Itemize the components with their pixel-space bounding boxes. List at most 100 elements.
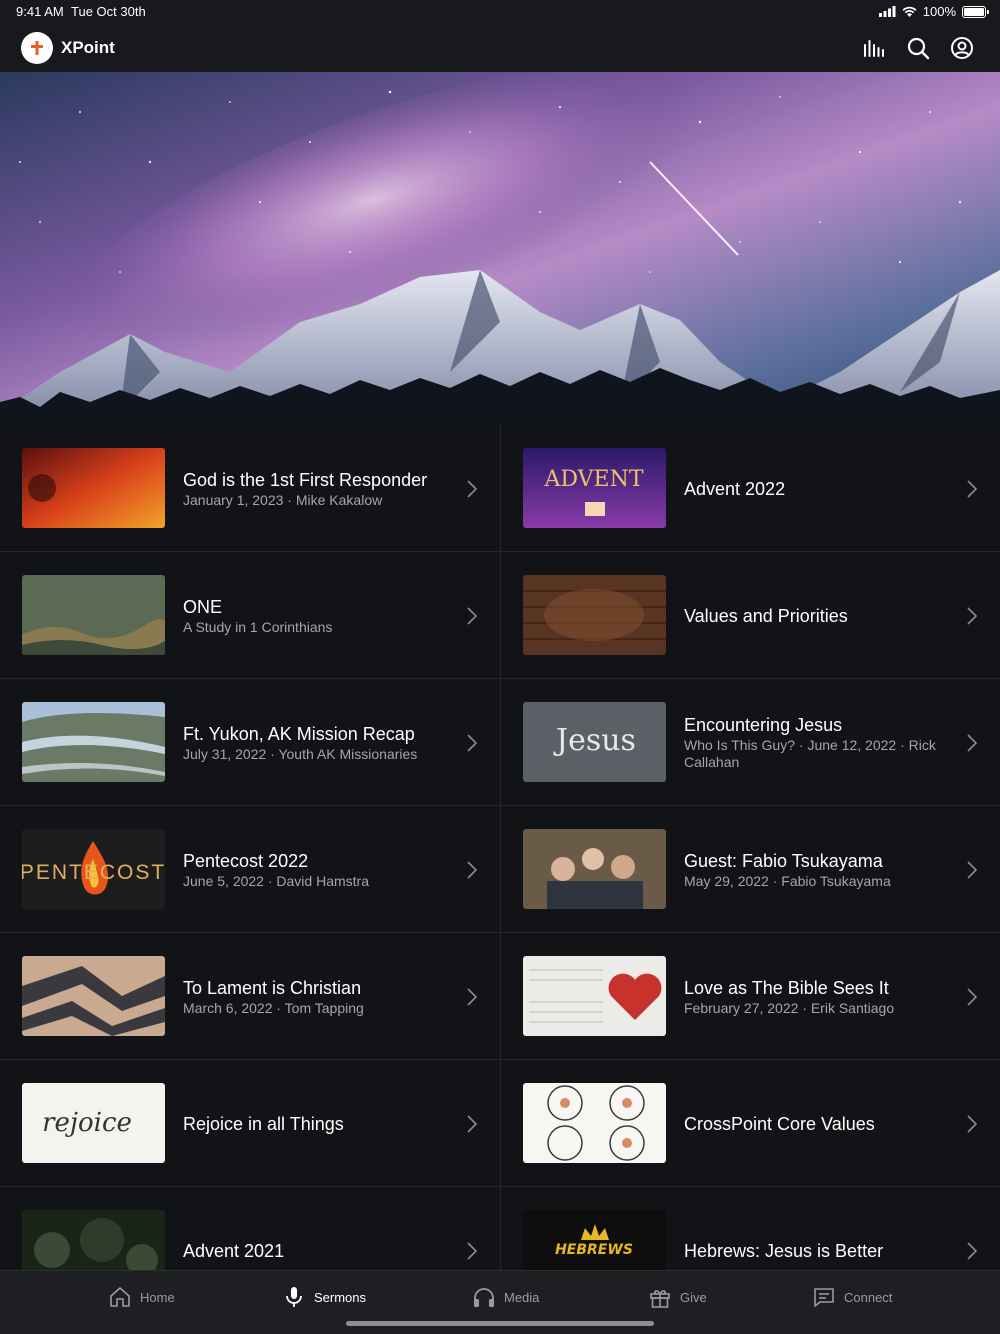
home-indicator[interactable] bbox=[346, 1321, 654, 1326]
sermon-text: Advent 2021 bbox=[183, 1187, 450, 1270]
sermon-thumbnail bbox=[22, 1210, 165, 1270]
sermon-text: Love as The Bible Sees It February 27, 2… bbox=[684, 933, 950, 1060]
sermon-subtitle: A Study in 1 Corinthians bbox=[183, 618, 333, 635]
sermon-text: Values and Priorities bbox=[684, 552, 950, 679]
chevron-right-icon bbox=[467, 734, 478, 752]
chevron-right-icon bbox=[467, 1115, 478, 1133]
tab-label: Give bbox=[680, 1289, 707, 1305]
sermon-title: Ft. Yukon, AK Mission Recap bbox=[183, 723, 415, 744]
headphones-icon bbox=[474, 1288, 494, 1307]
sermon-title: Advent 2022 bbox=[684, 478, 786, 499]
tab-sermons[interactable]: Sermons bbox=[282, 1285, 366, 1309]
sermon-thumbnail: ADVENT bbox=[523, 448, 666, 528]
chevron-right-icon bbox=[467, 861, 478, 879]
sermon-thumbnail bbox=[523, 956, 666, 1036]
battery-icon bbox=[962, 5, 989, 18]
sermon-subtitle: January 1, 2023 · Mike Kakalow bbox=[183, 491, 383, 508]
sermon-title: Rejoice in all Things bbox=[183, 1113, 344, 1134]
header-actions bbox=[862, 36, 974, 60]
sermon-subtitle: June 5, 2022 · David Hamstra bbox=[183, 872, 369, 889]
sermon-row[interactable]: ADVENT Advent 2022 bbox=[501, 425, 1000, 552]
svg-text:ADVENT: ADVENT bbox=[543, 467, 643, 492]
sermon-text: Advent 2022 bbox=[684, 425, 950, 552]
sermon-row[interactable]: God is the 1st First Responder January 1… bbox=[0, 425, 500, 552]
tab-label: Home bbox=[140, 1289, 175, 1305]
sermon-row[interactable]: ONE A Study in 1 Corinthians bbox=[0, 552, 500, 679]
tab-home[interactable]: Home bbox=[108, 1285, 175, 1309]
sermon-subtitle: February 27, 2022 · Erik Santiago bbox=[684, 999, 895, 1016]
sermon-column-left: God is the 1st First Responder January 1… bbox=[0, 425, 500, 1270]
sermon-row[interactable]: Ft. Yukon, AK Mission Recap July 31, 202… bbox=[0, 679, 500, 806]
chevron-right-icon bbox=[967, 988, 978, 1006]
profile-icon[interactable] bbox=[950, 36, 974, 60]
sermon-text: Guest: Fabio Tsukayama May 29, 2022 · Fa… bbox=[684, 806, 950, 933]
sermon-row[interactable]: To Lament is Christian March 6, 2022 · T… bbox=[0, 933, 500, 1060]
sermon-title: Pentecost 2022 bbox=[183, 850, 309, 871]
hero-banner-image[interactable] bbox=[0, 72, 1000, 425]
sermon-text: Ft. Yukon, AK Mission Recap July 31, 202… bbox=[183, 679, 450, 806]
tab-media[interactable]: Media bbox=[472, 1285, 539, 1309]
sermon-title: Encountering Jesus bbox=[684, 715, 843, 735]
chat-icon bbox=[814, 1288, 834, 1307]
audio-bars-icon[interactable] bbox=[862, 36, 886, 60]
signal-icon bbox=[878, 6, 896, 17]
sermon-title: Values and Priorities bbox=[684, 605, 848, 626]
app-header: XPoint bbox=[0, 24, 1000, 72]
chevron-right-icon bbox=[967, 1115, 978, 1133]
status-bar: 9:41 AM Tue Oct 30th 100% bbox=[0, 0, 1000, 24]
app-title: XPoint bbox=[61, 38, 115, 57]
chevron-right-icon bbox=[467, 480, 478, 498]
sermon-subtitle: Who Is This Guy? · June 12, 2022 · Rick … bbox=[684, 737, 936, 770]
chevron-right-icon bbox=[967, 607, 978, 625]
search-icon[interactable] bbox=[906, 36, 930, 60]
sermon-row[interactable]: rejoice Rejoice in all Things bbox=[0, 1060, 500, 1187]
sermon-row[interactable]: Advent 2021 bbox=[0, 1187, 500, 1270]
sermon-row[interactable]: PENTECOST Pentecost 2022 June 5, 2022 · … bbox=[0, 806, 500, 933]
status-indicators: 100% bbox=[878, 4, 989, 19]
sermon-grid: God is the 1st First Responder January 1… bbox=[0, 425, 1000, 1270]
svg-text:HEBREWS: HEBREWS bbox=[555, 1242, 633, 1258]
tab-label: Sermons bbox=[314, 1289, 367, 1305]
chevron-right-icon bbox=[967, 861, 978, 879]
sermon-row[interactable]: HEBREWS Hebrews: Jesus is Better bbox=[501, 1187, 1000, 1270]
chevron-right-icon bbox=[467, 988, 478, 1006]
sermon-text: Rejoice in all Things bbox=[183, 1060, 450, 1187]
sermon-thumbnail bbox=[22, 575, 165, 655]
battery-percent: 100% bbox=[922, 4, 956, 19]
svg-text:Jesus: Jesus bbox=[553, 723, 636, 758]
sermon-text: God is the 1st First Responder January 1… bbox=[183, 425, 450, 552]
sermon-thumbnail bbox=[523, 1083, 666, 1163]
sermon-title: Guest: Fabio Tsukayama bbox=[684, 850, 883, 871]
cross-logo-icon bbox=[31, 41, 43, 55]
sermon-text: Hebrews: Jesus is Better bbox=[684, 1187, 950, 1270]
sermon-title: ONE bbox=[183, 596, 223, 617]
home-icon bbox=[110, 1287, 130, 1307]
app-logo[interactable] bbox=[21, 32, 53, 64]
chevron-right-icon bbox=[967, 1242, 978, 1260]
sermon-thumbnail bbox=[22, 448, 165, 528]
sermon-row[interactable]: Jesus Encountering Jesus Who Is This Guy… bbox=[501, 679, 1000, 806]
svg-text:rejoice: rejoice bbox=[42, 1108, 132, 1138]
sermon-row[interactable]: CrossPoint Core Values bbox=[501, 1060, 1000, 1187]
chevron-right-icon bbox=[467, 1242, 478, 1260]
sermon-subtitle: July 31, 2022 · Youth AK Missionaries bbox=[183, 745, 418, 762]
tab-give[interactable]: Give bbox=[648, 1285, 707, 1309]
sermon-thumbnail bbox=[523, 829, 666, 909]
sermon-row[interactable]: Guest: Fabio Tsukayama May 29, 2022 · Fa… bbox=[501, 806, 1000, 933]
chevron-right-icon bbox=[467, 607, 478, 625]
sermon-text: ONE A Study in 1 Corinthians bbox=[183, 552, 450, 679]
sermon-text: To Lament is Christian March 6, 2022 · T… bbox=[183, 933, 450, 1060]
gift-icon bbox=[650, 1290, 670, 1308]
tab-connect[interactable]: Connect bbox=[812, 1285, 892, 1309]
sermon-thumbnail bbox=[22, 956, 165, 1036]
microphone-icon bbox=[286, 1287, 302, 1307]
status-time: 9:41 AM bbox=[16, 4, 64, 19]
chevron-right-icon bbox=[967, 734, 978, 752]
wifi-icon bbox=[902, 6, 917, 17]
sermon-row[interactable]: Love as The Bible Sees It February 27, 2… bbox=[501, 933, 1000, 1060]
sermon-row[interactable]: Values and Priorities bbox=[501, 552, 1000, 679]
sermon-thumbnail: PENTECOST bbox=[22, 829, 165, 909]
tab-label: Media bbox=[504, 1289, 540, 1305]
sermon-text: CrossPoint Core Values bbox=[684, 1060, 950, 1187]
chevron-right-icon bbox=[967, 480, 978, 498]
